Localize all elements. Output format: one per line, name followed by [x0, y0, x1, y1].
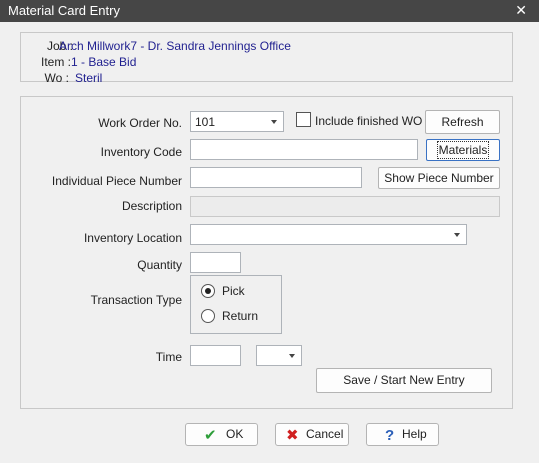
- checkmark-icon: ✔: [204, 427, 217, 444]
- item-value: 1 - Base Bid: [71, 55, 137, 69]
- ok-label: OK: [226, 427, 244, 441]
- description-label: Description: [121, 199, 182, 213]
- chevron-down-icon: [271, 120, 277, 124]
- piece-number-label: Individual Piece Number: [51, 174, 182, 188]
- transaction-type-label: Transaction Type: [90, 293, 182, 307]
- job-info-box: Job : Arch Millwork7 - Dr. Sandra Jennin…: [20, 32, 513, 85]
- inventory-code-input[interactable]: [190, 139, 418, 160]
- job-value: Arch Millwork7 - Dr. Sandra Jennings Off…: [59, 39, 291, 53]
- wo-label: Wo :: [44, 71, 69, 85]
- time-input[interactable]: [190, 345, 241, 366]
- quantity-label: Quantity: [137, 258, 182, 272]
- wo-value: Steril: [75, 71, 103, 85]
- inventory-code-label: Inventory Code: [100, 145, 182, 159]
- question-icon: ?: [385, 427, 395, 444]
- close-icon[interactable]: ✕: [515, 2, 527, 19]
- radio-return[interactable]: [201, 309, 215, 323]
- description-input: [190, 196, 500, 217]
- inventory-location-label: Inventory Location: [83, 231, 182, 245]
- materials-button[interactable]: Materials: [426, 139, 500, 161]
- inventory-location-combo[interactable]: [190, 224, 467, 245]
- work-order-value: 101: [195, 115, 216, 129]
- item-label: Item :: [40, 55, 71, 69]
- help-label: Help: [402, 427, 427, 441]
- materials-label: Materials: [436, 141, 490, 159]
- piece-number-input[interactable]: [190, 167, 362, 188]
- window-title: Material Card Entry: [8, 3, 120, 18]
- include-finished-checkbox[interactable]: [296, 112, 311, 127]
- help-button[interactable]: ? Help: [366, 423, 439, 446]
- work-order-combo[interactable]: 101: [190, 111, 284, 132]
- radio-pick-label: Pick: [222, 284, 245, 298]
- show-piece-number-label: Show Piece Number: [384, 171, 494, 185]
- cancel-label: Cancel: [306, 427, 344, 441]
- chevron-down-icon: [289, 354, 295, 358]
- chevron-down-icon: [454, 233, 460, 237]
- ok-button[interactable]: ✔ OK: [185, 423, 258, 446]
- x-icon: ✖: [286, 427, 299, 444]
- dialog-body: Job : Arch Millwork7 - Dr. Sandra Jennin…: [0, 22, 539, 463]
- time-label: Time: [155, 350, 182, 364]
- cancel-button[interactable]: ✖ Cancel: [275, 423, 349, 446]
- time-unit-combo[interactable]: [256, 345, 302, 366]
- show-piece-number-button[interactable]: Show Piece Number: [378, 167, 500, 189]
- save-start-new-entry-label: Save / Start New Entry: [343, 373, 465, 387]
- include-finished-label: Include finished WO: [315, 114, 423, 128]
- quantity-input[interactable]: [190, 252, 241, 273]
- title-bar: Material Card Entry ✕: [0, 0, 539, 22]
- refresh-wo-button[interactable]: Refresh WO's: [425, 110, 500, 151]
- save-start-new-entry-button[interactable]: Save / Start New Entry: [316, 368, 492, 393]
- radio-return-label: Return: [222, 309, 259, 323]
- work-order-label: Work Order No.: [98, 116, 182, 130]
- radio-pick[interactable]: [201, 284, 215, 298]
- transaction-type-group: Pick Return: [190, 275, 282, 334]
